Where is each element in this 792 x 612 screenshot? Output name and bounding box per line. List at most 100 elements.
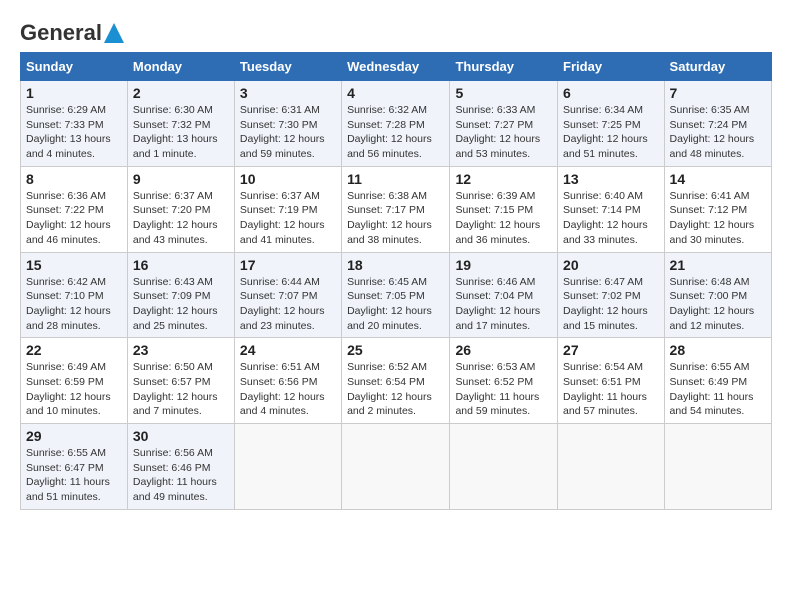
day-number: 2 [133,85,229,101]
day-info: Sunrise: 6:53 AM Sunset: 6:52 PM Dayligh… [455,360,552,419]
day-cell-1: 1 Sunrise: 6:29 AM Sunset: 7:33 PM Daylig… [21,81,128,167]
day-number: 30 [133,428,229,444]
day-cell-9: 9 Sunrise: 6:37 AM Sunset: 7:20 PM Daylig… [127,166,234,252]
calendar-table: SundayMondayTuesdayWednesdayThursdayFrid… [20,52,772,510]
day-cell-19: 19Sunrise: 6:46 AM Sunset: 7:04 PM Dayli… [450,252,558,338]
header: General [20,20,772,42]
day-cell-7: 7 Sunrise: 6:35 AM Sunset: 7:24 PM Daylig… [664,81,771,167]
day-cell-20: 20 Sunrise: 6:47 AM Sunset: 7:02 PM Dayli… [558,252,665,338]
day-cell-2: 2 Sunrise: 6:30 AM Sunset: 7:32 PM Daylig… [127,81,234,167]
day-cell-26: 26 Sunrise: 6:53 AM Sunset: 6:52 PM Dayli… [450,338,558,424]
day-cell-30: 30 Sunrise: 6:56 AM Sunset: 6:46 PM Dayli… [127,424,234,510]
weekday-header-thursday: Thursday [450,53,558,81]
day-info: Sunrise: 6:43 AM Sunset: 7:09 PM Dayligh… [133,275,229,334]
day-number: 29 [26,428,122,444]
day-info: Sunrise: 6:34 AM Sunset: 7:25 PM Dayligh… [563,103,659,162]
day-info: Sunrise: 6:49 AM Sunset: 6:59 PM Dayligh… [26,360,122,419]
day-number: 24 [240,342,336,358]
day-info: Sunrise: 6:37 AM Sunset: 7:19 PM Dayligh… [240,189,336,248]
day-number: 10 [240,171,336,187]
day-number: 19 [455,257,552,273]
day-info: Sunrise: 6:41 AM Sunset: 7:12 PM Dayligh… [670,189,766,248]
day-info: Sunrise: 6:36 AM Sunset: 7:22 PM Dayligh… [26,189,122,248]
day-number: 7 [670,85,766,101]
day-number: 21 [670,257,766,273]
day-number: 13 [563,171,659,187]
day-number: 23 [133,342,229,358]
day-number: 20 [563,257,659,273]
weekday-header-friday: Friday [558,53,665,81]
empty-cell [450,424,558,510]
day-cell-24: 24 Sunrise: 6:51 AM Sunset: 6:56 PM Dayli… [234,338,341,424]
day-number: 12 [455,171,552,187]
week-row-4: 22 Sunrise: 6:49 AM Sunset: 6:59 PM Dayli… [21,338,772,424]
logo-general: General [20,20,102,46]
day-cell-6: 6 Sunrise: 6:34 AM Sunset: 7:25 PM Daylig… [558,81,665,167]
day-cell-17: 17 Sunrise: 6:44 AM Sunset: 7:07 PM Dayli… [234,252,341,338]
day-info: Sunrise: 6:42 AM Sunset: 7:10 PM Dayligh… [26,275,122,334]
day-cell-23: 23 Sunrise: 6:50 AM Sunset: 6:57 PM Dayli… [127,338,234,424]
day-cell-13: 13Sunrise: 6:40 AM Sunset: 7:14 PM Dayli… [558,166,665,252]
day-info: Sunrise: 6:37 AM Sunset: 7:20 PM Dayligh… [133,189,229,248]
day-number: 5 [455,85,552,101]
empty-cell [664,424,771,510]
day-info: Sunrise: 6:30 AM Sunset: 7:32 PM Dayligh… [133,103,229,162]
day-info: Sunrise: 6:47 AM Sunset: 7:02 PM Dayligh… [563,275,659,334]
empty-cell [342,424,450,510]
day-cell-16: 16 Sunrise: 6:43 AM Sunset: 7:09 PM Dayli… [127,252,234,338]
day-info: Sunrise: 6:54 AM Sunset: 6:51 PM Dayligh… [563,360,659,419]
day-number: 3 [240,85,336,101]
day-cell-14: 14Sunrise: 6:41 AM Sunset: 7:12 PM Dayli… [664,166,771,252]
day-info: Sunrise: 6:48 AM Sunset: 7:00 PM Dayligh… [670,275,766,334]
day-cell-12: 12 Sunrise: 6:39 AM Sunset: 7:15 PM Dayli… [450,166,558,252]
day-info: Sunrise: 6:50 AM Sunset: 6:57 PM Dayligh… [133,360,229,419]
day-info: Sunrise: 6:44 AM Sunset: 7:07 PM Dayligh… [240,275,336,334]
logo: General [20,20,124,42]
day-number: 11 [347,171,444,187]
day-info: Sunrise: 6:35 AM Sunset: 7:24 PM Dayligh… [670,103,766,162]
day-number: 6 [563,85,659,101]
day-number: 9 [133,171,229,187]
week-row-5: 29Sunrise: 6:55 AM Sunset: 6:47 PM Dayli… [21,424,772,510]
day-info: Sunrise: 6:52 AM Sunset: 6:54 PM Dayligh… [347,360,444,419]
day-number: 26 [455,342,552,358]
day-number: 16 [133,257,229,273]
weekday-header-saturday: Saturday [664,53,771,81]
day-info: Sunrise: 6:51 AM Sunset: 6:56 PM Dayligh… [240,360,336,419]
day-cell-15: 15 Sunrise: 6:42 AM Sunset: 7:10 PM Dayli… [21,252,128,338]
logo-arrow-icon [104,23,124,43]
day-info: Sunrise: 6:33 AM Sunset: 7:27 PM Dayligh… [455,103,552,162]
day-cell-25: 25 Sunrise: 6:52 AM Sunset: 6:54 PM Dayli… [342,338,450,424]
day-cell-29: 29Sunrise: 6:55 AM Sunset: 6:47 PM Dayli… [21,424,128,510]
weekday-header-sunday: Sunday [21,53,128,81]
day-number: 17 [240,257,336,273]
weekday-header-tuesday: Tuesday [234,53,341,81]
day-cell-4: 4 Sunrise: 6:32 AM Sunset: 7:28 PM Daylig… [342,81,450,167]
empty-cell [234,424,341,510]
day-number: 1 [26,85,122,101]
weekday-header-monday: Monday [127,53,234,81]
day-cell-3: 3Sunrise: 6:31 AM Sunset: 7:30 PM Daylig… [234,81,341,167]
day-info: Sunrise: 6:38 AM Sunset: 7:17 PM Dayligh… [347,189,444,248]
day-info: Sunrise: 6:39 AM Sunset: 7:15 PM Dayligh… [455,189,552,248]
day-info: Sunrise: 6:29 AM Sunset: 7:33 PM Dayligh… [26,103,122,162]
week-row-2: 8Sunrise: 6:36 AM Sunset: 7:22 PM Daylig… [21,166,772,252]
week-row-1: 1 Sunrise: 6:29 AM Sunset: 7:33 PM Daylig… [21,81,772,167]
day-info: Sunrise: 6:56 AM Sunset: 6:46 PM Dayligh… [133,446,229,505]
day-cell-22: 22 Sunrise: 6:49 AM Sunset: 6:59 PM Dayli… [21,338,128,424]
day-info: Sunrise: 6:55 AM Sunset: 6:49 PM Dayligh… [670,360,766,419]
day-cell-5: 5 Sunrise: 6:33 AM Sunset: 7:27 PM Daylig… [450,81,558,167]
day-number: 25 [347,342,444,358]
empty-cell [558,424,665,510]
day-info: Sunrise: 6:32 AM Sunset: 7:28 PM Dayligh… [347,103,444,162]
day-number: 4 [347,85,444,101]
day-cell-18: 18Sunrise: 6:45 AM Sunset: 7:05 PM Dayli… [342,252,450,338]
day-cell-28: 28 Sunrise: 6:55 AM Sunset: 6:49 PM Dayli… [664,338,771,424]
day-number: 28 [670,342,766,358]
day-cell-11: 11 Sunrise: 6:38 AM Sunset: 7:17 PM Dayli… [342,166,450,252]
day-number: 27 [563,342,659,358]
weekday-header-row: SundayMondayTuesdayWednesdayThursdayFrid… [21,53,772,81]
day-cell-27: 27 Sunrise: 6:54 AM Sunset: 6:51 PM Dayli… [558,338,665,424]
day-number: 22 [26,342,122,358]
day-number: 15 [26,257,122,273]
